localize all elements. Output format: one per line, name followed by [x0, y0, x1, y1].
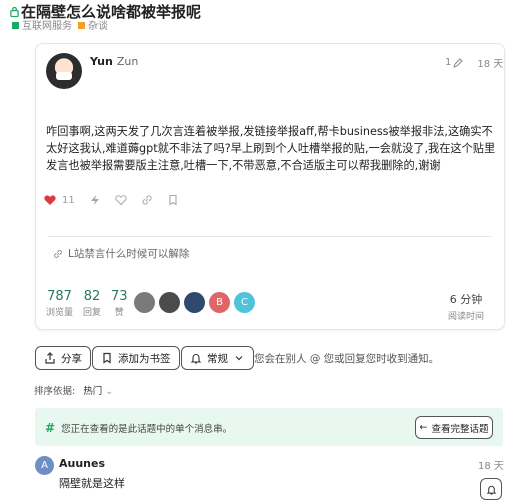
reply-time[interactable]: 18 天: [478, 457, 504, 472]
lock-icon: [10, 6, 19, 17]
username: Yun: [90, 55, 113, 68]
sort-label: 排序依据:: [34, 386, 76, 397]
participant-avatar[interactable]: [159, 292, 180, 313]
notification-level-dropdown[interactable]: 常规: [181, 346, 254, 370]
heart-outline-icon[interactable]: [115, 194, 127, 206]
bookmark-label: 添加为书签: [118, 352, 171, 365]
fullname: Zun: [116, 55, 139, 68]
participant-avatar[interactable]: B: [209, 292, 230, 313]
participants: B C: [134, 292, 255, 313]
category-color-square: [12, 22, 19, 29]
sort-dropdown[interactable]: 热门 ⌄: [83, 383, 113, 397]
read-time: 6 分钟 阅读时间: [448, 291, 484, 322]
stat-likes: 73 赞: [111, 289, 128, 318]
participant-avatar[interactable]: C: [234, 292, 255, 313]
bookmark-button[interactable]: 添加为书签: [92, 346, 180, 370]
notification-notice: 您会在别人 @ 您或回复您时收到通知。: [254, 353, 440, 365]
link-icon[interactable]: [141, 194, 153, 206]
category-link[interactable]: 互联网服务: [12, 17, 72, 32]
edit-count: 1: [445, 57, 452, 68]
stat-label: 浏览量: [46, 308, 74, 318]
like-button[interactable]: 11: [44, 194, 75, 206]
participant-avatar[interactable]: [184, 292, 205, 313]
edit-history[interactable]: 1: [445, 57, 464, 68]
hash-icon: #: [45, 421, 56, 435]
subcategory-label: 杂谈: [88, 21, 108, 32]
reply-body: 隔壁就是这样: [59, 477, 125, 490]
sort-row: 排序依据: 热门 ⌄: [34, 383, 113, 397]
post-meta: 1 18 天: [445, 55, 503, 70]
bookmark-icon[interactable]: [167, 194, 179, 206]
read-time-value: 6 分钟: [449, 293, 483, 306]
stat-value: 82: [83, 289, 101, 304]
avatar[interactable]: [46, 53, 82, 89]
link-icon: [54, 249, 62, 258]
topic-stats: 787 浏览量 82 回复 73 赞: [46, 289, 128, 318]
bell-icon: [190, 354, 202, 364]
heart-icon: [44, 195, 56, 205]
breadcrumb: 互联网服务 杂谈: [12, 17, 108, 32]
linked-topic[interactable]: L站禁言什么时候可以解除: [53, 246, 189, 261]
linked-topic-title: L站禁言什么时候可以解除: [68, 248, 190, 260]
like-count: 11: [62, 194, 75, 206]
share-button[interactable]: 分享: [35, 346, 91, 370]
view-full-topic-button[interactable]: ← 查看完整话题: [415, 416, 493, 439]
banner-text: 您正在查看的是此话题中的单个消息串。: [61, 424, 233, 435]
share-label: 分享: [61, 352, 82, 365]
read-time-label: 阅读时间: [448, 312, 485, 322]
reply-username[interactable]: Auunes: [59, 457, 105, 470]
pencil-icon: [453, 57, 464, 68]
stat-replies: 82 回复: [83, 289, 101, 318]
avatar[interactable]: A: [35, 456, 54, 475]
category-label: 互联网服务: [22, 21, 72, 32]
post-actions: 11: [44, 194, 179, 206]
stat-value: 787: [47, 289, 72, 304]
share-icon: [45, 352, 55, 364]
bell-icon: [486, 485, 496, 495]
post-time[interactable]: 18 天: [477, 55, 503, 70]
subcategory-color-square: [78, 22, 85, 29]
banner-message: # 您正在查看的是此话题中的单个消息串。: [45, 421, 232, 435]
participant-avatar[interactable]: [134, 292, 155, 313]
notification-level-label: 常规: [207, 352, 228, 365]
post-card: [35, 43, 505, 330]
stat-label: 回复: [83, 308, 102, 318]
reply-notification-button[interactable]: [480, 478, 502, 500]
view-full-topic-label: 查看完整话题: [431, 423, 489, 435]
stat-views: 787 浏览量: [46, 289, 73, 318]
boost-icon[interactable]: [89, 194, 101, 206]
arrow-left-icon: ←: [419, 422, 428, 433]
chevron-down-icon: [235, 356, 243, 361]
post-body: 咋回事啊,这两天发了几次言连着被举报,发链接举报aff,帮卡business被举…: [46, 125, 496, 172]
sort-value: 热门: [83, 386, 103, 397]
chevron-down-icon: ⌄: [105, 386, 114, 397]
stat-label: 赞: [114, 308, 124, 318]
bookmark-icon: [103, 352, 111, 364]
post-author[interactable]: Yun Zun: [90, 55, 138, 68]
divider: [48, 236, 492, 237]
stat-value: 73: [111, 289, 128, 304]
subcategory-link[interactable]: 杂谈: [78, 17, 108, 32]
